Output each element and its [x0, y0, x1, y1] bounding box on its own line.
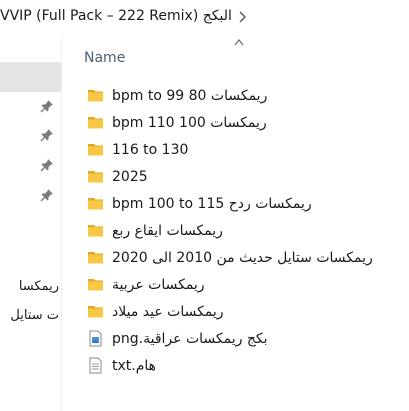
nav-item-selected[interactable] [0, 62, 61, 92]
nav-item-label[interactable]: ت ستايل [10, 308, 59, 323]
list-item[interactable]: ريمكسات عيد ميلاد [86, 298, 409, 325]
item-name: ريمكسات 100 bpm 110 [112, 114, 267, 131]
pin-icon[interactable] [40, 128, 54, 142]
list-item[interactable]: ريمكسات 100 bpm 110 [86, 109, 409, 136]
list-item[interactable]: 116 to 130 [86, 136, 409, 163]
item-name: ريمكسات ردح bpm 100 to 115 [112, 195, 312, 212]
folder-icon [88, 252, 103, 264]
breadcrumb-current-folder[interactable]: البكج VVIP (Full Pack – 222 Remix) [0, 8, 232, 24]
list-item[interactable]: بكج ريمكسات عراقية.png [86, 325, 409, 352]
pin-icon[interactable] [40, 99, 54, 113]
folder-icon [88, 144, 103, 156]
list-item[interactable]: هام.txt [86, 352, 409, 379]
folder-icon [88, 117, 103, 129]
list-item[interactable]: ريمكسات ستايل حديث من 2010 الى 2020 [86, 244, 409, 271]
folder-icon [88, 90, 103, 102]
folder-icon [88, 171, 103, 183]
folder-icon [88, 198, 103, 210]
sort-ascending-icon[interactable] [233, 38, 245, 46]
item-name: 116 to 130 [112, 141, 189, 158]
folder-icon [88, 225, 103, 237]
item-name: ريمكسات عربية [112, 276, 205, 293]
list-item[interactable]: 2025 [86, 163, 409, 190]
folder-icon [88, 306, 103, 318]
address-bar[interactable]: البكج VVIP (Full Pack – 222 Remix) [0, 0, 409, 36]
list-item[interactable]: ريمكسات ايقاع ربع [86, 217, 409, 244]
list-item[interactable]: ريمكسات 80 bpm to 99 [86, 82, 409, 109]
file-list: ريمكسات 80 bpm to 99 ريمكسات 100 bpm 110… [86, 82, 409, 379]
item-name: بكج ريمكسات عراقية.png [112, 330, 268, 347]
item-name: هام.txt [112, 357, 157, 374]
column-header-name[interactable]: Name [84, 50, 125, 66]
item-name: ريمكسات عيد ميلاد [112, 303, 224, 320]
pin-icon[interactable] [40, 158, 54, 172]
list-item[interactable]: ريمكسات ردح bpm 100 to 115 [86, 190, 409, 217]
item-name: ريمكسات ايقاع ربع [112, 222, 223, 239]
folder-icon [88, 279, 103, 291]
item-name: 2025 [112, 168, 148, 185]
image-file-icon [89, 330, 102, 347]
list-item[interactable]: ريمكسات عربية [86, 271, 409, 298]
navigation-pane: ريمكسا ت ستايل [0, 36, 62, 411]
chevron-right-icon[interactable] [236, 10, 248, 24]
item-name: ريمكسات 80 bpm to 99 [112, 87, 268, 104]
nav-item-label[interactable]: ريمكسا [19, 279, 59, 294]
item-name: ريمكسات ستايل حديث من 2010 الى 2020 [112, 249, 373, 266]
pin-icon[interactable] [40, 188, 54, 202]
text-file-icon [89, 357, 102, 374]
